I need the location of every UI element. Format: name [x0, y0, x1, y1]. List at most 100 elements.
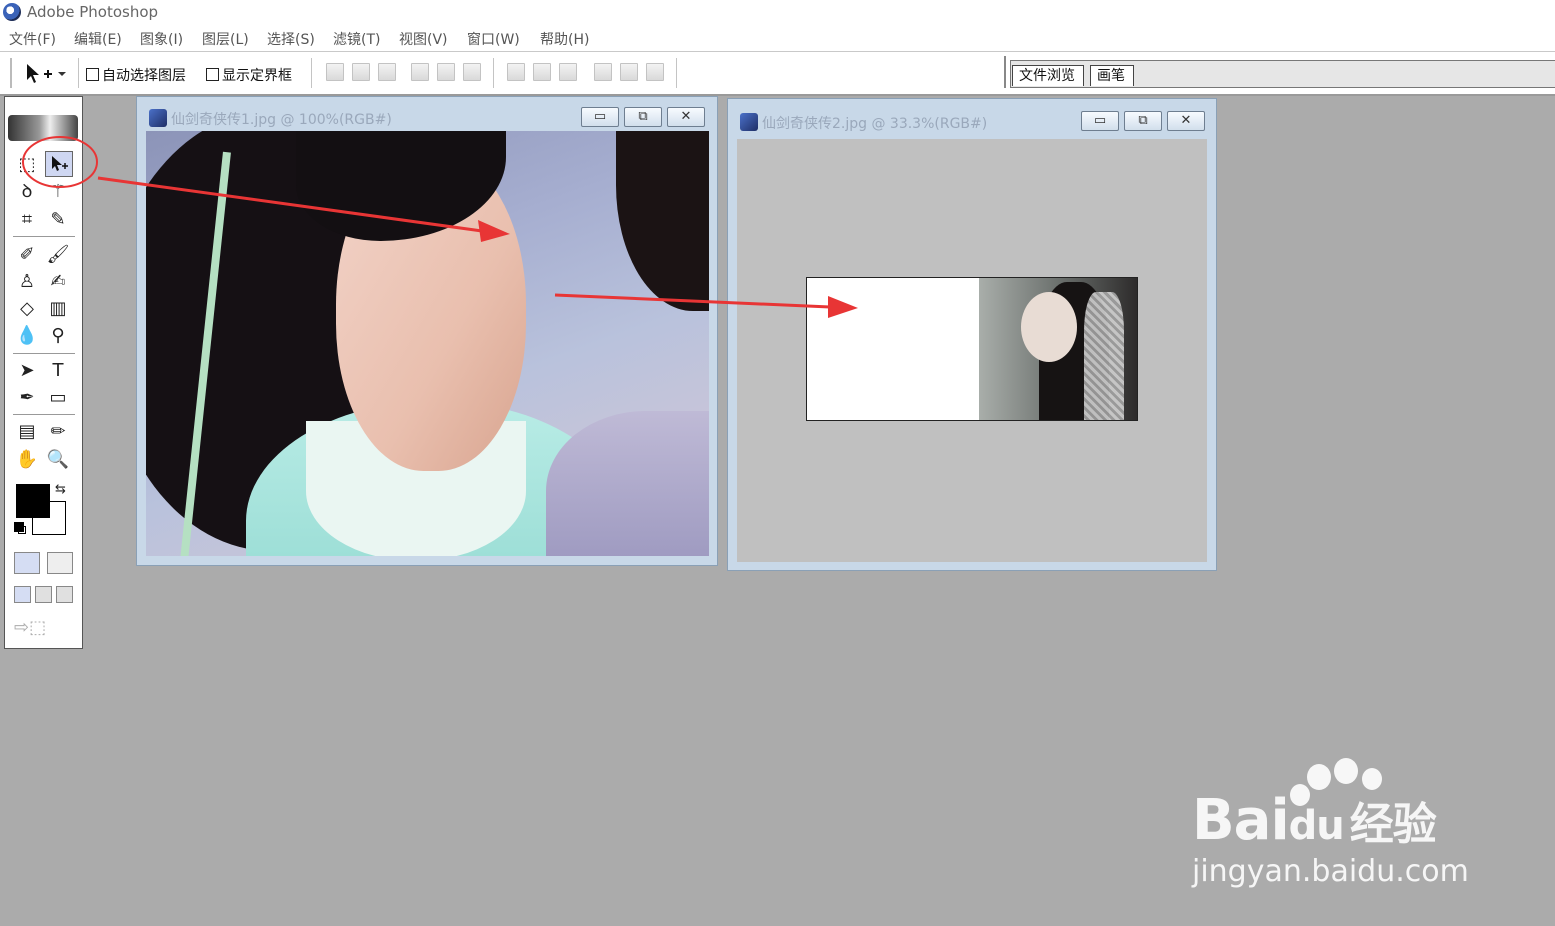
distribute-bottom-icon[interactable]	[559, 63, 577, 81]
marquee-tool-icon[interactable]: ⬚	[14, 152, 40, 176]
watermark-url: jingyan.baidu.com	[1192, 854, 1469, 889]
path-selection-tool-icon[interactable]: ➤	[14, 358, 40, 382]
paw-icon	[1362, 768, 1382, 790]
crop-tool-icon[interactable]: ⌗	[14, 207, 40, 231]
align-top-edges-icon[interactable]	[326, 63, 344, 81]
distribute-left-icon[interactable]	[594, 63, 612, 81]
move-tool-icon	[52, 156, 68, 171]
notes-tool-icon[interactable]: ▤	[14, 419, 40, 443]
separator	[311, 58, 312, 88]
watermark-logo: Baidu 经验	[1192, 788, 1437, 853]
menu-view[interactable]: 视图(V)	[399, 29, 448, 49]
toolbox: ⬚ ꝺ ⚚ ⌗ ✎ ✐ 🖌 ♙ ✍ ◇ ▥ 💧 ⚲ ➤ T ✒ ▭ ▤ ✏ ✋ …	[4, 96, 83, 649]
align-left-edges-icon[interactable]	[411, 63, 429, 81]
align-vertical-group	[326, 63, 396, 83]
move-tool-button[interactable]	[45, 151, 73, 177]
auto-select-layer-label: 自动选择图层	[102, 68, 186, 84]
type-tool-icon[interactable]: T	[45, 358, 71, 382]
app-title: Adobe Photoshop	[27, 3, 159, 21]
chevron-down-icon	[58, 72, 66, 76]
show-bounding-box-checkbox[interactable]: 显示定界框	[206, 65, 292, 85]
align-vertical-centers-icon[interactable]	[352, 63, 370, 81]
document-canvas[interactable]	[737, 139, 1207, 562]
document-window-2: 仙剑奇侠传2.jpg @ 33.3%(RGB#) ▭ ⧉ ✕	[727, 98, 1217, 571]
auto-select-layer-checkbox[interactable]: 自动选择图层	[86, 65, 186, 85]
hand-tool-icon[interactable]: ✋	[14, 447, 40, 471]
tab-file-browser[interactable]: 文件浏览	[1012, 65, 1084, 86]
minimize-button[interactable]: ▭	[581, 107, 619, 127]
document-icon	[149, 109, 167, 127]
photo-layer	[979, 278, 1137, 420]
move-tool-icon	[27, 64, 66, 83]
magic-wand-tool-icon[interactable]: ⚚	[45, 179, 71, 203]
menu-image[interactable]: 图象(I)	[140, 29, 183, 49]
healing-brush-tool-icon[interactable]: ✐	[14, 242, 40, 266]
restore-button[interactable]: ⧉	[624, 107, 662, 127]
clone-stamp-tool-icon[interactable]: ♙	[14, 269, 40, 293]
menu-file[interactable]: 文件(F)	[9, 29, 56, 49]
distribute-horizontal-group	[594, 63, 664, 83]
swap-colors-icon[interactable]: ⇆	[55, 482, 66, 497]
checkbox-box	[86, 68, 99, 81]
dodge-tool-icon[interactable]: ⚲	[45, 323, 71, 347]
photo-face	[1021, 292, 1077, 362]
menu-window[interactable]: 窗口(W)	[467, 29, 520, 49]
menu-help[interactable]: 帮助(H)	[540, 29, 589, 49]
brush-tool-icon[interactable]: 🖌	[45, 242, 71, 266]
close-button[interactable]: ✕	[1167, 111, 1205, 131]
foreground-color-swatch[interactable]	[16, 484, 50, 518]
separator	[676, 58, 677, 88]
menu-filter[interactable]: 滤镜(T)	[333, 29, 380, 49]
document-title: 仙剑奇侠传1.jpg @ 100%(RGB#)	[171, 112, 392, 128]
distribute-vertical-group	[507, 63, 577, 83]
quick-mask-mode-icon[interactable]	[47, 552, 73, 574]
image-canvas[interactable]	[806, 277, 1138, 421]
menu-layer[interactable]: 图层(L)	[202, 29, 249, 49]
title-bar: Adobe Photoshop	[0, 0, 1555, 24]
standard-mode-icon[interactable]	[14, 552, 40, 574]
document-window-1: 仙剑奇侠传1.jpg @ 100%(RGB#) ▭ ⧉ ✕	[136, 96, 718, 566]
paw-icon	[1307, 764, 1331, 790]
minimize-button[interactable]: ▭	[1081, 111, 1119, 131]
palette-well: 文件浏览 画笔	[1004, 56, 1555, 88]
shape-tool-icon[interactable]: ▭	[45, 385, 71, 409]
align-right-edges-icon[interactable]	[463, 63, 481, 81]
distribute-top-icon[interactable]	[507, 63, 525, 81]
restore-button[interactable]: ⧉	[1124, 111, 1162, 131]
paw-icon	[1334, 758, 1358, 784]
zoom-tool-icon[interactable]: 🔍	[45, 447, 71, 471]
pen-tool-icon[interactable]: ✒	[14, 385, 40, 409]
close-button[interactable]: ✕	[667, 107, 705, 127]
menu-select[interactable]: 选择(S)	[267, 29, 315, 49]
toolbox-header-logo[interactable]	[8, 115, 78, 141]
blur-tool-icon[interactable]: 💧	[14, 323, 40, 347]
jump-to-imageready-icon[interactable]: ⇨⬚	[14, 617, 74, 639]
distribute-center-icon[interactable]	[533, 63, 551, 81]
baidu-jingyan-watermark: Baidu 经验 jingyan.baidu.com	[1192, 758, 1482, 898]
document-canvas[interactable]	[146, 131, 709, 556]
distribute-right-icon[interactable]	[646, 63, 664, 81]
slice-tool-icon[interactable]: ✎	[45, 207, 71, 231]
full-screen-menu-mode-icon[interactable]	[35, 586, 52, 603]
menu-edit[interactable]: 编辑(E)	[74, 29, 122, 49]
align-horizontal-group	[411, 63, 481, 83]
gradient-tool-icon[interactable]: ▥	[45, 296, 71, 320]
distribute-hcenter-icon[interactable]	[620, 63, 638, 81]
toolbox-separator	[13, 236, 75, 237]
tab-brushes[interactable]: 画笔	[1090, 65, 1134, 86]
standard-screen-mode-icon[interactable]	[14, 586, 31, 603]
toolbox-separator	[13, 414, 75, 415]
photo-second-person-hair	[616, 131, 709, 311]
eyedropper-tool-icon[interactable]: ✏	[45, 419, 71, 443]
history-brush-tool-icon[interactable]: ✍	[45, 269, 71, 293]
full-screen-mode-icon[interactable]	[56, 586, 73, 603]
options-bar-grip[interactable]	[10, 58, 12, 88]
align-horizontal-centers-icon[interactable]	[437, 63, 455, 81]
eraser-tool-icon[interactable]: ◇	[14, 296, 40, 320]
photo-veil	[1084, 292, 1124, 420]
lasso-tool-icon[interactable]: ꝺ	[14, 179, 40, 203]
tool-preset-picker[interactable]	[24, 60, 70, 86]
align-bottom-edges-icon[interactable]	[378, 63, 396, 81]
default-colors-icon-fg	[14, 522, 24, 532]
menu-bar: 文件(F) 编辑(E) 图象(I) 图层(L) 选择(S) 滤镜(T) 视图(V…	[0, 24, 1555, 52]
